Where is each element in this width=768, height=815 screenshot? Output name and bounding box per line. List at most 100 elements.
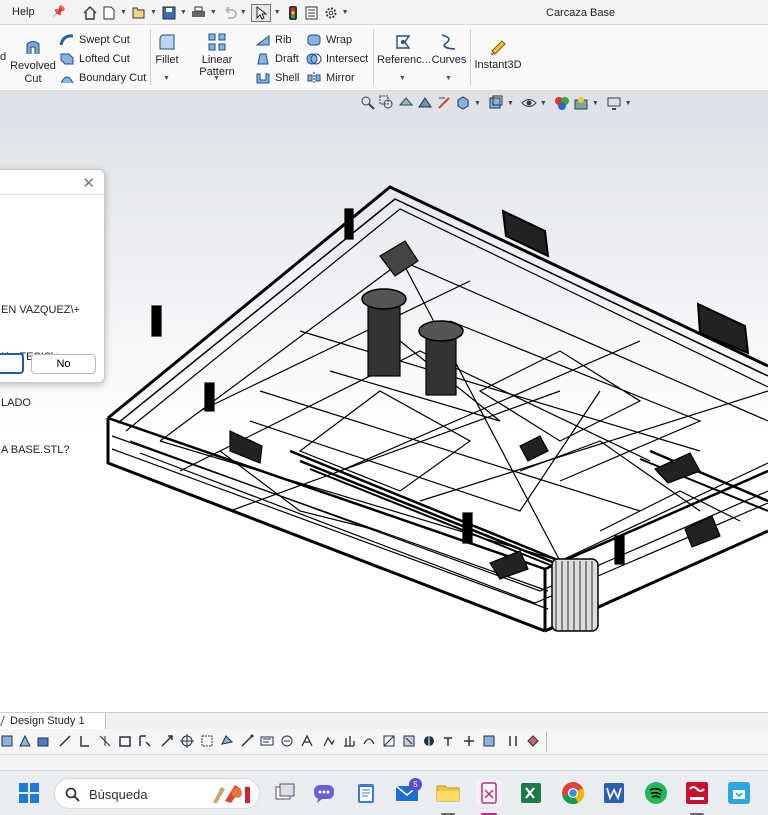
mirror-icon bbox=[306, 71, 322, 85]
toolbar-tool-icon[interactable] bbox=[180, 734, 194, 748]
toolbar-tool-icon[interactable] bbox=[138, 734, 152, 748]
wrap-button[interactable]: Wrap bbox=[306, 33, 352, 47]
yes-button[interactable] bbox=[0, 353, 24, 374]
close-icon[interactable]: ✕ bbox=[82, 174, 95, 192]
fillet-label: Fillet bbox=[155, 54, 179, 66]
graphics-area[interactable]: ▼ ▼ ▼ ▼ ▼ ✕ EN VAZQUEZ\+ LADO A BASE.STL… bbox=[0, 91, 768, 712]
toolbar-tool-icon[interactable] bbox=[482, 734, 496, 748]
chevron-down-icon[interactable]: ▼ bbox=[180, 9, 187, 16]
windows-start-icon[interactable] bbox=[16, 780, 42, 806]
pin-icon[interactable]: 📌 bbox=[52, 5, 66, 18]
menu-help[interactable]: Help bbox=[12, 6, 35, 18]
revolved-cut-label: Revolved bbox=[10, 60, 56, 72]
home-icon[interactable] bbox=[82, 5, 98, 21]
notepad-icon[interactable] bbox=[353, 780, 379, 806]
mirror-button[interactable]: Mirror bbox=[306, 71, 355, 85]
no-button[interactable]: No bbox=[31, 354, 96, 374]
options-icon[interactable] bbox=[323, 5, 339, 21]
shell-icon bbox=[255, 71, 271, 85]
linear-pattern-button[interactable]: Linear Pattern bbox=[183, 32, 251, 78]
excel-icon[interactable] bbox=[518, 780, 544, 806]
print-icon[interactable] bbox=[191, 5, 207, 21]
fillet-icon bbox=[157, 32, 177, 52]
dialog-message-line: LADO bbox=[1, 397, 31, 409]
toolbar-tool-icon[interactable] bbox=[220, 734, 234, 748]
toolbar-tool-icon[interactable] bbox=[322, 734, 336, 748]
task-view-icon[interactable] bbox=[272, 780, 298, 806]
traffic-light-icon[interactable] bbox=[285, 5, 301, 21]
mail-badge: 5 bbox=[409, 778, 422, 791]
intersect-label: Intersect bbox=[326, 53, 369, 65]
toolbar-tool-icon[interactable] bbox=[526, 734, 540, 748]
toolbar-tool-icon[interactable] bbox=[362, 734, 376, 748]
chevron-down-icon[interactable]: ▼ bbox=[399, 75, 406, 82]
spotify-icon[interactable] bbox=[643, 780, 669, 806]
chevron-down-icon[interactable]: ▼ bbox=[150, 9, 157, 16]
toolbar-tool-icon[interactable] bbox=[442, 734, 456, 748]
toolbar-tool-icon[interactable] bbox=[506, 734, 520, 748]
chevron-down-icon[interactable]: ▼ bbox=[213, 75, 220, 82]
stl-wireframe-model[interactable] bbox=[0, 91, 768, 712]
file-properties-icon[interactable] bbox=[304, 5, 320, 21]
curves-button[interactable]: Curves bbox=[431, 32, 467, 66]
toolbar-tool-icon[interactable] bbox=[260, 734, 274, 748]
toolbar-tool-icon[interactable] bbox=[18, 734, 32, 748]
lofted-cut-button[interactable]: Lofted Cut bbox=[59, 52, 130, 66]
title-bar: Help 📌 ▼ ▼ ▼ ▼ ▼ ▼ ▼ Carcaza Base bbox=[0, 0, 768, 25]
toolbar-tool-icon[interactable] bbox=[342, 734, 356, 748]
shell-label: Shell bbox=[275, 72, 300, 84]
undo-icon[interactable] bbox=[221, 5, 237, 21]
wrap-label: Wrap bbox=[326, 34, 353, 46]
chevron-down-icon[interactable]: ▼ bbox=[240, 9, 247, 16]
rib-button[interactable]: Rib bbox=[255, 33, 292, 47]
word-icon[interactable] bbox=[601, 780, 627, 806]
select-icon[interactable] bbox=[250, 3, 271, 22]
toolbar-tool-icon[interactable] bbox=[78, 734, 92, 748]
toolbar-tool-icon[interactable] bbox=[98, 734, 112, 748]
toolbar-tool-icon[interactable] bbox=[36, 734, 50, 748]
swept-cut-button[interactable]: Swept Cut bbox=[59, 33, 130, 47]
boundary-cut-button[interactable]: Boundary Cut bbox=[59, 71, 146, 85]
toolbar-tool-icon[interactable] bbox=[240, 734, 254, 748]
taskbar-search-box[interactable]: Búsqueda bbox=[54, 778, 260, 809]
chevron-down-icon[interactable]: ▼ bbox=[445, 75, 452, 82]
intersect-button[interactable]: Intersect bbox=[306, 52, 368, 66]
chevron-down-icon[interactable]: ▼ bbox=[210, 9, 217, 16]
snipping-tool-icon[interactable] bbox=[476, 780, 502, 806]
save-icon[interactable] bbox=[161, 5, 177, 21]
chevron-down-icon[interactable]: ▼ bbox=[120, 9, 127, 16]
solidworks-icon[interactable] bbox=[684, 780, 710, 806]
revolved-cut-button[interactable]: Revolved Cut bbox=[10, 38, 56, 85]
toolbar-tool-icon[interactable] bbox=[0, 734, 14, 748]
status-bar bbox=[0, 755, 768, 770]
toolbar-tool-icon[interactable] bbox=[280, 734, 294, 748]
toolbar-tool-icon[interactable] bbox=[200, 734, 214, 748]
open-icon[interactable] bbox=[131, 5, 147, 21]
toolbar-tool-icon[interactable] bbox=[382, 734, 396, 748]
instant3d-button[interactable]: Instant3D bbox=[473, 37, 523, 71]
draft-button[interactable]: Draft bbox=[255, 52, 299, 66]
lofted-cut-label: Lofted Cut bbox=[79, 53, 130, 65]
chevron-down-icon[interactable]: ▼ bbox=[342, 9, 349, 16]
tab-design-study[interactable]: Design Study 1 bbox=[0, 713, 106, 730]
reference-geometry-button[interactable]: Referenc... bbox=[377, 32, 431, 66]
chrome-icon[interactable] bbox=[560, 780, 586, 806]
toolbar-tool-icon[interactable] bbox=[402, 734, 416, 748]
chevron-down-icon[interactable]: ▼ bbox=[274, 9, 281, 16]
fillet-button[interactable]: Fillet bbox=[154, 32, 180, 66]
app-icon[interactable] bbox=[726, 780, 752, 806]
toolbar-tool-icon[interactable] bbox=[300, 734, 314, 748]
shell-button[interactable]: Shell bbox=[255, 71, 299, 85]
chevron-down-icon[interactable]: ▼ bbox=[163, 75, 170, 82]
file-explorer-icon[interactable] bbox=[435, 780, 461, 806]
toolbar-tool-icon[interactable] bbox=[462, 734, 476, 748]
toolbar-separator bbox=[546, 732, 547, 752]
toolbar-tool-icon[interactable] bbox=[118, 734, 132, 748]
toolbar-tool-icon[interactable] bbox=[422, 734, 436, 748]
windows-taskbar: Búsqueda 5 bbox=[0, 770, 768, 815]
toolbar-tool-icon[interactable] bbox=[160, 734, 174, 748]
revolved-cut-icon bbox=[23, 38, 43, 58]
toolbar-tool-icon[interactable] bbox=[58, 734, 72, 748]
new-icon[interactable] bbox=[101, 5, 117, 21]
chat-icon[interactable] bbox=[311, 780, 337, 806]
